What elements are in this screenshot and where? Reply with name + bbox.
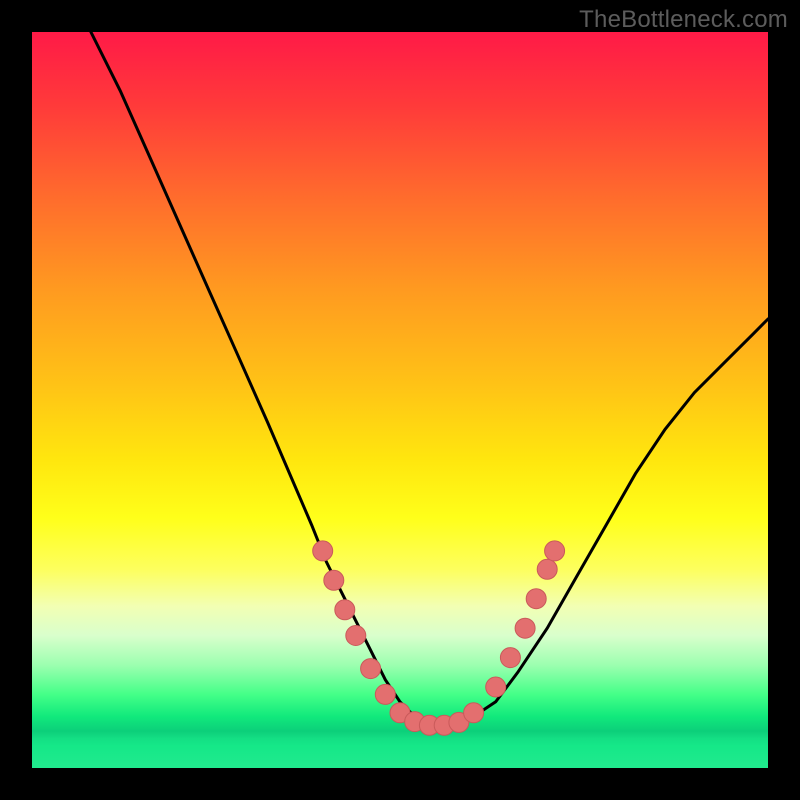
curve-marker	[526, 589, 546, 609]
curve-marker	[335, 600, 355, 620]
plot-area	[32, 32, 768, 768]
curve-marker	[545, 541, 565, 561]
curve-marker	[361, 659, 381, 679]
curve-marker	[375, 684, 395, 704]
curve-svg	[32, 32, 768, 768]
curve-marker	[464, 703, 484, 723]
curve-marker	[515, 618, 535, 638]
bottleneck-curve	[91, 32, 768, 724]
curve-marker	[313, 541, 333, 561]
curve-markers	[313, 541, 565, 735]
curve-marker	[346, 626, 366, 646]
chart-frame: TheBottleneck.com	[0, 0, 800, 800]
curve-marker	[324, 570, 344, 590]
curve-marker	[500, 648, 520, 668]
watermark-label: TheBottleneck.com	[579, 6, 788, 34]
curve-marker	[537, 559, 557, 579]
curve-marker	[486, 677, 506, 697]
